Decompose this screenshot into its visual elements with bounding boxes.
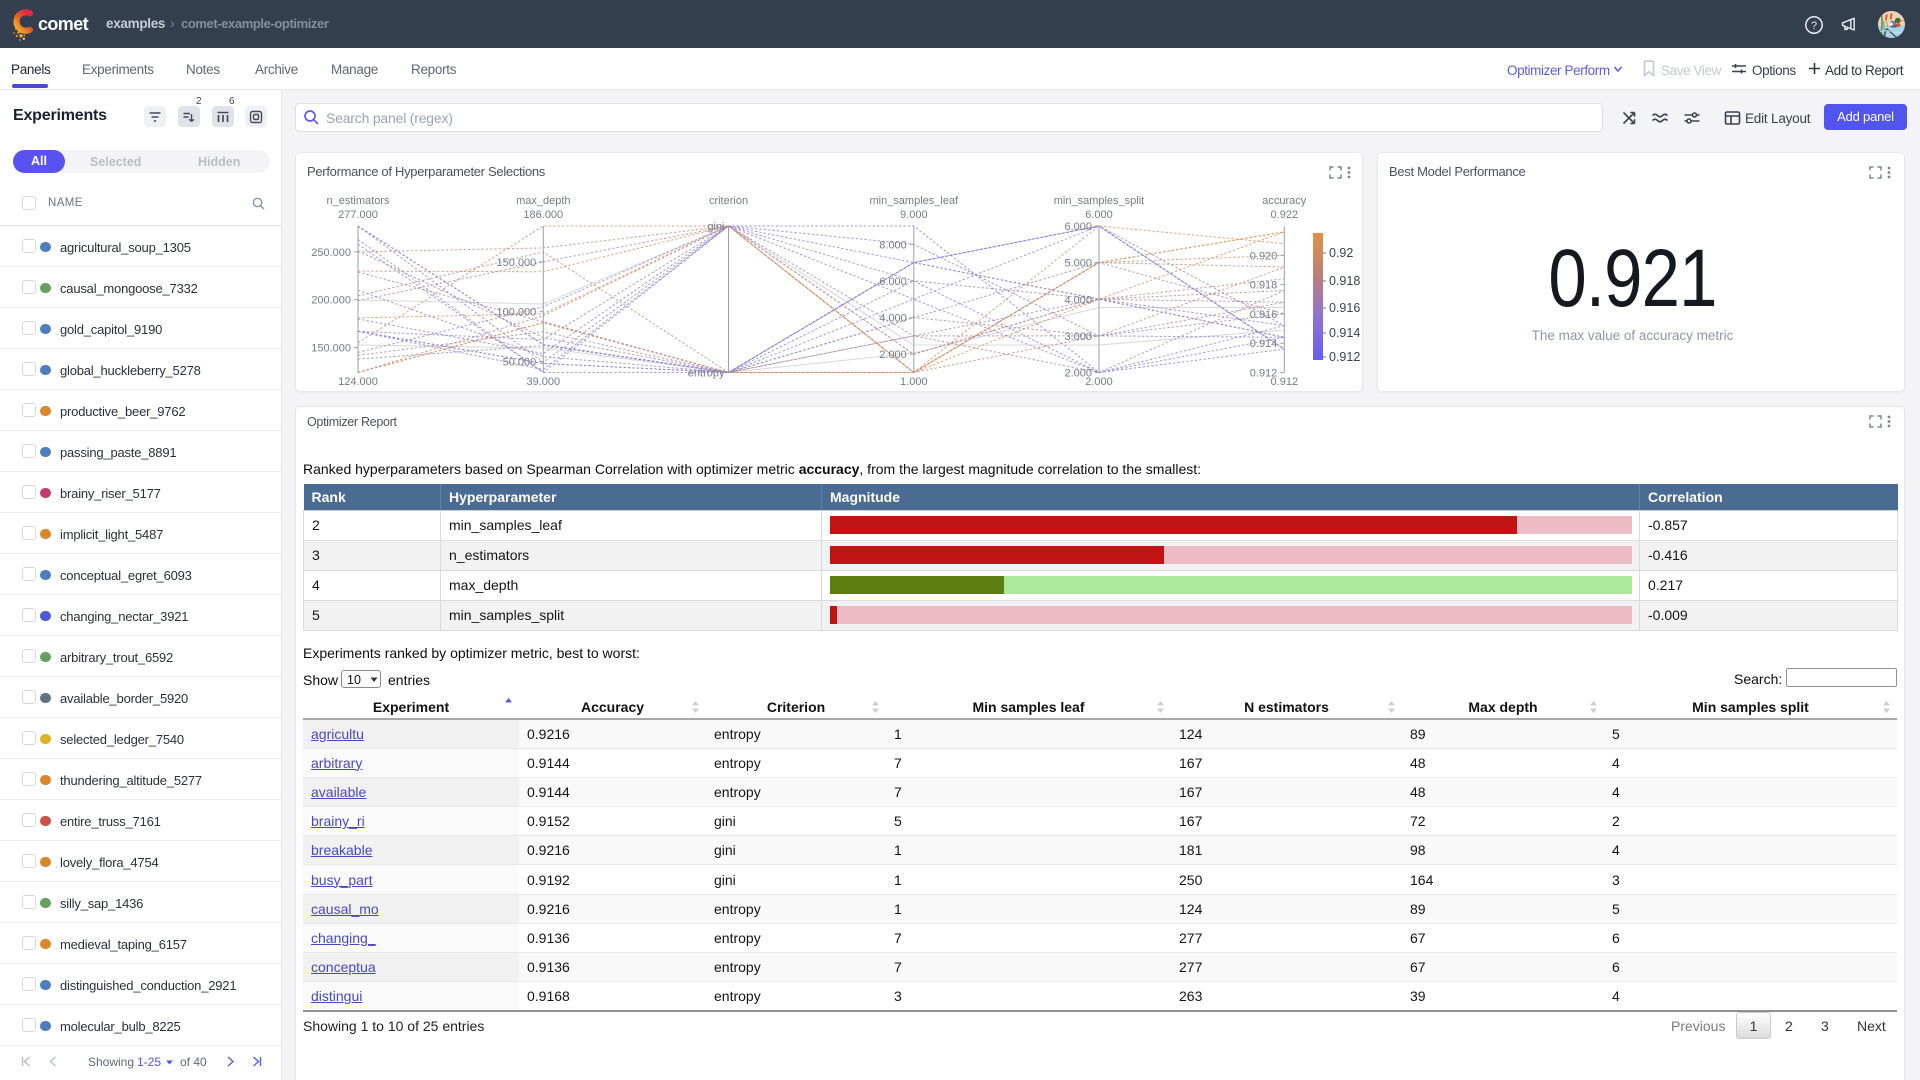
svg-text:criterion: criterion: [709, 195, 748, 207]
svg-text:accuracy: accuracy: [1262, 195, 1307, 207]
svg-text:0.916: 0.916: [1329, 301, 1360, 315]
svg-text:0.914: 0.914: [1329, 326, 1360, 340]
svg-text:39.000: 39.000: [526, 376, 560, 388]
svg-text:1.000: 1.000: [900, 376, 928, 388]
svg-text:6.000: 6.000: [1085, 209, 1113, 221]
svg-text:4.000: 4.000: [1064, 294, 1092, 306]
svg-text:0.914: 0.914: [1250, 338, 1278, 350]
svg-text:200.000: 200.000: [311, 295, 351, 307]
svg-text:8.000: 8.000: [879, 239, 907, 251]
svg-text:0.920: 0.920: [1250, 250, 1278, 262]
svg-text:0.912: 0.912: [1250, 368, 1278, 380]
svg-text:186.000: 186.000: [523, 209, 563, 221]
svg-text:150.000: 150.000: [311, 343, 351, 355]
svg-text:4.000: 4.000: [879, 313, 907, 325]
svg-text:?: ?: [1811, 20, 1817, 32]
svg-text:5.000: 5.000: [1064, 258, 1092, 270]
svg-text:9.000: 9.000: [900, 209, 928, 221]
svg-text:min_samples_split: min_samples_split: [1054, 195, 1144, 207]
svg-text:n_estimators: n_estimators: [327, 195, 390, 207]
svg-text:gini: gini: [707, 221, 724, 233]
svg-text:2.000: 2.000: [879, 349, 907, 361]
svg-text:6.000: 6.000: [879, 276, 907, 288]
svg-text:entropy: entropy: [688, 368, 725, 380]
svg-text:max_depth: max_depth: [516, 195, 570, 207]
svg-text:150.000: 150.000: [497, 257, 537, 269]
svg-text:0.916: 0.916: [1250, 309, 1278, 321]
svg-text:min_samples_leaf: min_samples_leaf: [869, 195, 959, 207]
svg-text:50.000: 50.000: [503, 357, 537, 369]
svg-text:3.000: 3.000: [1064, 331, 1092, 343]
svg-text:2.000: 2.000: [1064, 368, 1092, 380]
svg-text:0.912: 0.912: [1329, 350, 1360, 364]
svg-text:250.000: 250.000: [311, 247, 351, 259]
svg-text:0.92: 0.92: [1329, 246, 1353, 260]
svg-text:6.000: 6.000: [1064, 221, 1092, 233]
svg-text:0.918: 0.918: [1250, 280, 1278, 292]
svg-text:0.922: 0.922: [1271, 209, 1299, 221]
svg-text:0.918: 0.918: [1329, 274, 1360, 288]
svg-text:277.000: 277.000: [338, 209, 378, 221]
svg-text:124.000: 124.000: [338, 376, 378, 388]
svg-text:100.000: 100.000: [497, 307, 537, 319]
